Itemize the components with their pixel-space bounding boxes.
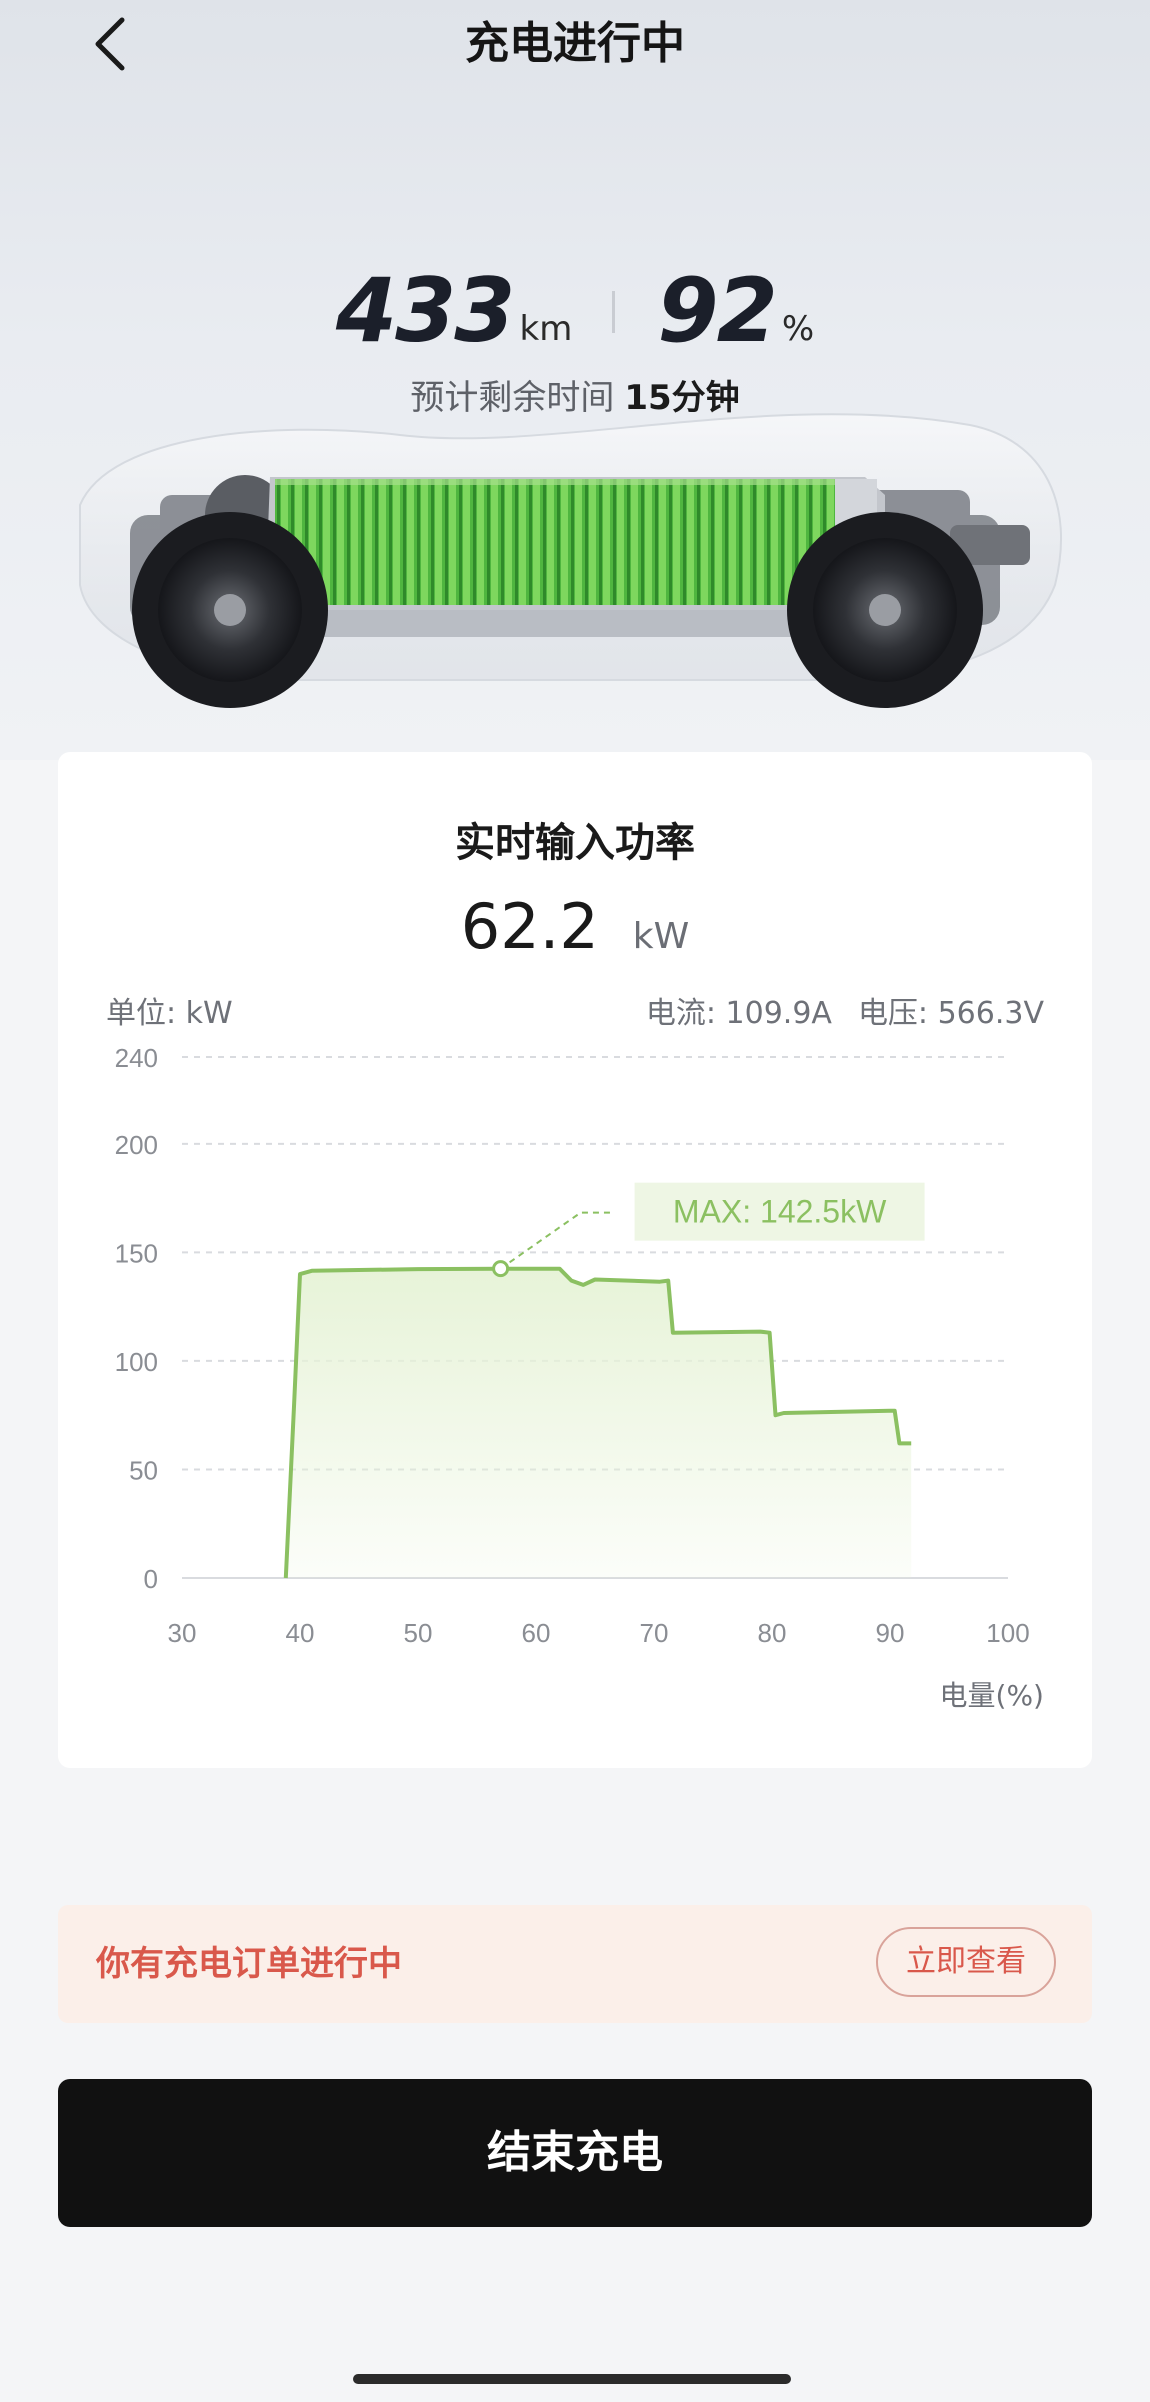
charging-stats: 433 km 92 % (0, 255, 1150, 355)
x-tick-label: 40 (286, 1618, 315, 1648)
x-tick-label: 70 (640, 1618, 669, 1648)
range-unit: km (519, 309, 573, 349)
front-wheel (132, 512, 328, 708)
end-charging-button[interactable]: 结束充电 (58, 2079, 1092, 2227)
y-tick-label: 100 (115, 1347, 158, 1377)
x-tick-label: 90 (876, 1618, 905, 1648)
x-tick-label: 30 (168, 1618, 197, 1648)
y-tick-label: 200 (115, 1130, 158, 1160)
max-leader-line (500, 1211, 611, 1270)
x-axis-label: 电量(%) (940, 1679, 1044, 1712)
soc-value: 92 (657, 259, 777, 362)
stats-divider (612, 291, 616, 333)
x-tick-label: 50 (404, 1618, 433, 1648)
order-notice-text: 你有充电订单进行中 (96, 1944, 402, 1984)
y-tick-label: 0 (144, 1564, 158, 1594)
range-value: 433 (335, 259, 516, 362)
soc-unit: % (781, 309, 815, 349)
view-order-button[interactable]: 立即查看 (876, 1927, 1056, 1997)
y-tick-label: 50 (129, 1455, 158, 1485)
y-tick-label: 150 (115, 1238, 158, 1268)
home-indicator[interactable] (353, 2374, 791, 2384)
rear-wheel (787, 512, 983, 708)
x-tick-label: 80 (758, 1618, 787, 1648)
y-tick-label: 240 (115, 1043, 158, 1073)
page-title: 充电进行中 (465, 18, 685, 69)
power-card: 实时输入功率 62.2 kW 单位: kW 电流: 109.9A 电压: 566.3… (58, 752, 1092, 1768)
max-annotation-label: MAX: 142.5kW (673, 1194, 887, 1230)
power-chart: 0 50 100 150 200 240 30 40 50 60 70 80 90 100 电量(%) MAX… (115, 1043, 1044, 1712)
x-tick-label: 100 (986, 1618, 1029, 1648)
order-notice: 你有充电订单进行中 立即查看 (58, 1905, 1092, 2023)
car-chassis-illustration (79, 413, 1063, 708)
x-tick-label: 60 (522, 1618, 551, 1648)
max-point-marker (492, 1260, 510, 1278)
power-area (285, 1268, 912, 1578)
